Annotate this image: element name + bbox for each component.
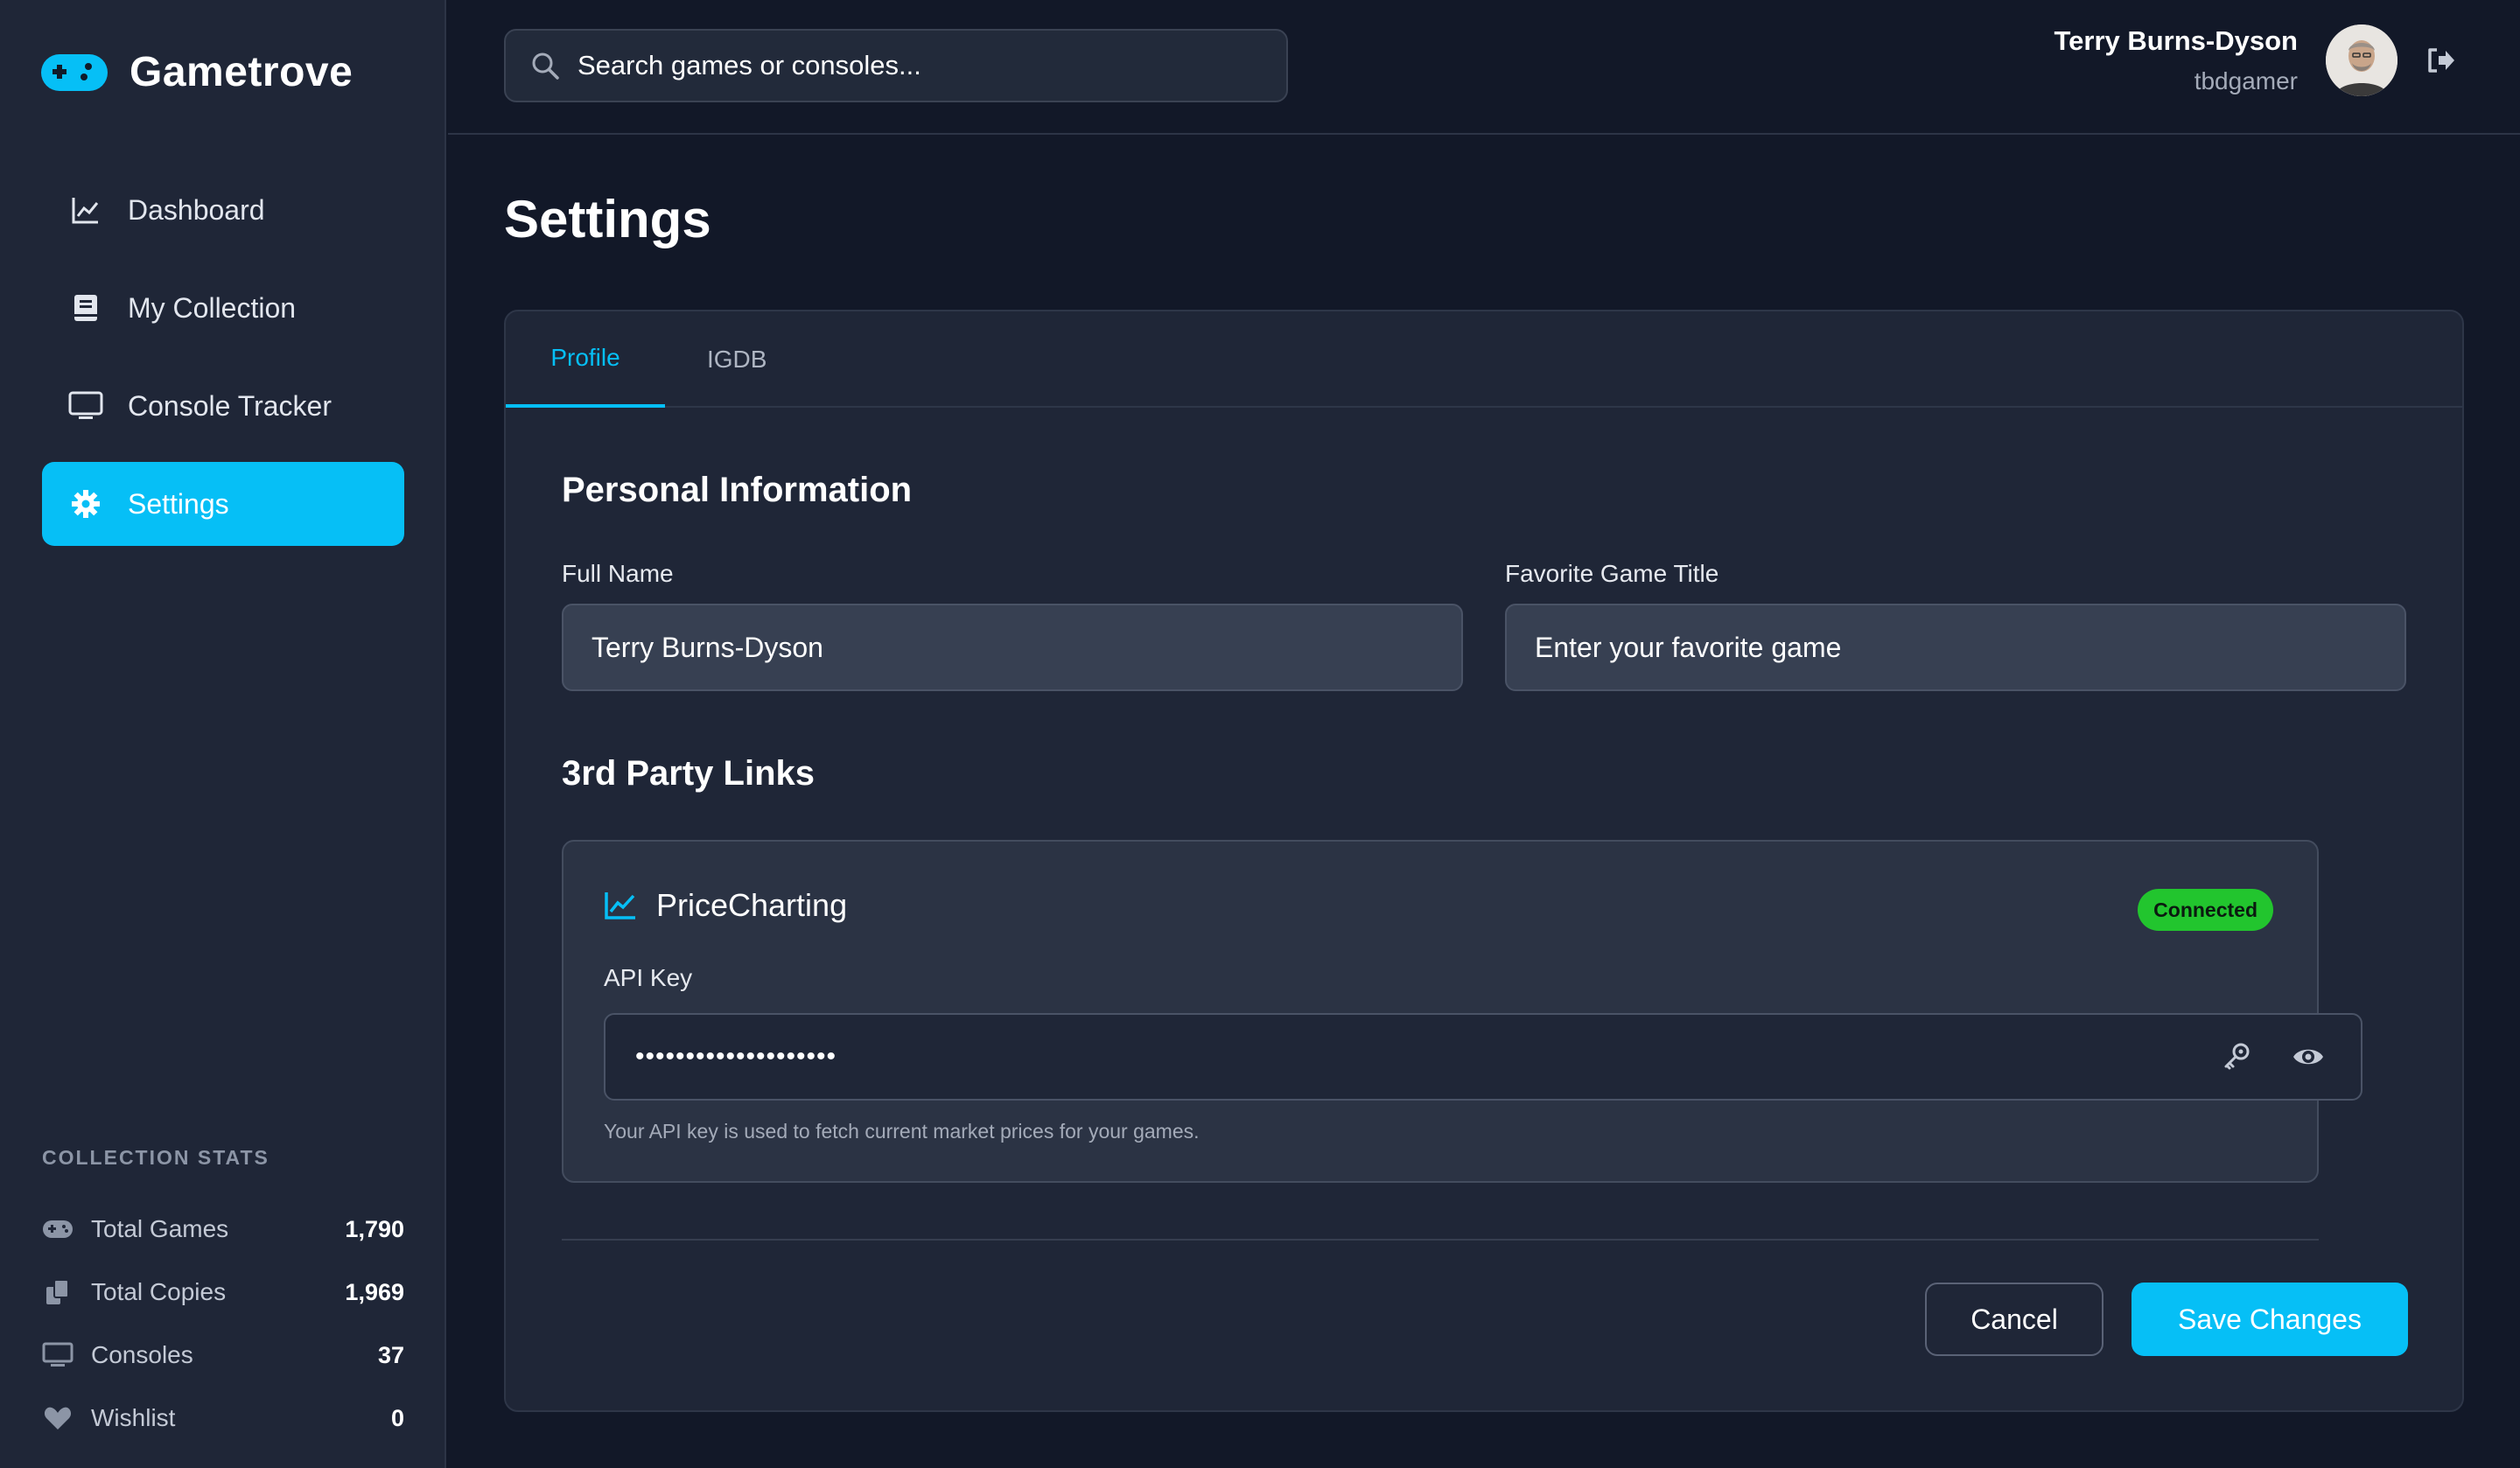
- key-test-icon[interactable]: [2217, 1038, 2256, 1076]
- settings-tabs: Profile IGDB: [506, 311, 2462, 408]
- api-key-label: API Key: [604, 964, 693, 991]
- search-icon: [532, 52, 559, 80]
- status-badge: Connected: [2138, 889, 2273, 931]
- chart-line-icon: [68, 192, 103, 227]
- eye-icon[interactable]: [2289, 1038, 2328, 1076]
- pricecharting-name: PriceCharting: [656, 887, 848, 923]
- full-name-field[interactable]: [562, 604, 1463, 691]
- sidebar-item-my-collection[interactable]: My Collection: [42, 266, 404, 350]
- gear-icon: [68, 486, 103, 521]
- stat-value: 37: [377, 1341, 404, 1368]
- user-menu: Terry Burns-Dyson tbdgamer: [2054, 24, 2460, 96]
- sidebar-item-label: Dashboard: [128, 193, 265, 226]
- user-handle: tbdgamer: [2194, 67, 2298, 94]
- sidebar-item-label: My Collection: [128, 291, 297, 324]
- pricecharting-link-card: PriceCharting Connected API Key Your API…: [562, 840, 2362, 1183]
- stat-total-games: Total Games 1,790: [42, 1198, 404, 1261]
- collection-stats: COLLECTION STATS Total Games 1,790 Total…: [42, 1146, 404, 1450]
- personal-information-title: Personal Information: [562, 471, 913, 509]
- gamepad-icon: [42, 1213, 74, 1245]
- api-key-field[interactable]: [604, 1013, 2362, 1101]
- stat-label: Total Copies: [91, 1278, 227, 1305]
- top-header: Terry Burns-Dyson tbdgamer: [448, 0, 2520, 135]
- divider: [562, 1239, 2319, 1241]
- user-info[interactable]: Terry Burns-Dyson tbdgamer: [2054, 25, 2299, 95]
- logout-icon[interactable]: [2424, 43, 2459, 78]
- tab-igdb[interactable]: IGDB: [665, 311, 810, 408]
- save-changes-button[interactable]: Save Changes: [2132, 1283, 2408, 1356]
- stat-label: Wishlist: [91, 1404, 176, 1431]
- search-input[interactable]: [578, 50, 1286, 81]
- settings-card: Profile IGDB Personal Information Full N…: [504, 310, 2464, 1412]
- stat-label: Consoles: [91, 1341, 193, 1368]
- heart-icon: [42, 1402, 74, 1434]
- stat-consoles: Consoles 37: [42, 1324, 404, 1387]
- gamepad-logo-icon: [41, 54, 108, 91]
- avatar[interactable]: [2326, 24, 2398, 96]
- sidebar-item-label: Console Tracker: [128, 389, 332, 422]
- full-name-label: Full Name: [562, 560, 674, 587]
- sidebar-nav: Dashboard My Collection Console Tracker …: [42, 168, 404, 560]
- user-name: Terry Burns-Dyson: [2054, 25, 2299, 56]
- stat-value: 1,790: [345, 1215, 404, 1242]
- sidebar-item-label: Settings: [128, 487, 229, 520]
- sidebar-item-dashboard[interactable]: Dashboard: [42, 168, 404, 252]
- monitor-icon: [42, 1339, 74, 1371]
- app-name: Gametrove: [130, 48, 354, 95]
- book-icon: [68, 290, 103, 325]
- api-key-help-text: Your API key is used to fetch current ma…: [604, 1120, 1200, 1143]
- stat-wishlist: Wishlist 0: [42, 1387, 404, 1450]
- chart-line-icon: [605, 892, 635, 919]
- copy-icon: [42, 1276, 74, 1308]
- favorite-game-field[interactable]: [1505, 604, 2406, 691]
- sidebar-item-settings[interactable]: Settings: [42, 462, 404, 546]
- page-title: Settings: [504, 190, 711, 248]
- monitor-icon: [68, 388, 103, 423]
- third-party-links-title: 3rd Party Links: [562, 754, 816, 793]
- api-key-input[interactable]: [635, 1042, 2217, 1072]
- sidebar-item-console-tracker[interactable]: Console Tracker: [42, 364, 404, 448]
- collection-stats-title: COLLECTION STATS: [42, 1146, 270, 1169]
- stat-value: 0: [390, 1404, 404, 1431]
- stat-label: Total Games: [91, 1215, 229, 1242]
- stat-total-copies: Total Copies 1,969: [42, 1261, 404, 1324]
- app-logo[interactable]: Gametrove: [40, 45, 353, 98]
- tab-profile[interactable]: Profile: [506, 311, 665, 408]
- cancel-button[interactable]: Cancel: [1925, 1283, 2104, 1356]
- pricecharting-header: PriceCharting: [604, 887, 847, 924]
- stat-value: 1,969: [345, 1278, 404, 1305]
- search-bar[interactable]: [504, 29, 1288, 102]
- favorite-game-label: Favorite Game Title: [1505, 560, 1719, 587]
- sidebar: Gametrove Dashboard My Collection Consol…: [0, 0, 446, 1468]
